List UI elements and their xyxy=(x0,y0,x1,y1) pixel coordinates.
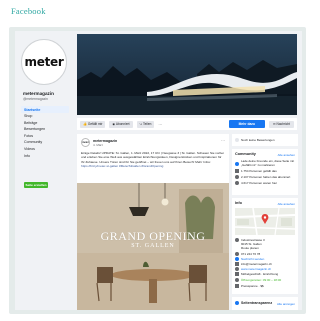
send-message-label: Nachricht xyxy=(276,122,290,126)
feed-post: meter metermagazin 4. März ··· Einige De… xyxy=(77,134,229,310)
community-card: Community Alle ansehen Lade deine Freund… xyxy=(232,149,298,195)
cover-image xyxy=(77,34,297,115)
nav-item-fotos[interactable]: Fotos xyxy=(21,132,69,139)
share-label: Teilen xyxy=(143,122,152,126)
transparency-see-all-link[interactable]: Alle anzeigen xyxy=(277,302,295,306)
messenger-icon xyxy=(235,257,239,261)
clock-icon xyxy=(235,278,239,282)
likes-count: 1.754 Personen gefällt das xyxy=(241,169,277,173)
route-link[interactable]: Route planen xyxy=(241,246,259,250)
subscribers-icon xyxy=(235,175,239,179)
post-link[interactable]: https://bit.ly/meter-st-gallen #MeterStG… xyxy=(81,164,163,168)
likes-row: 1.754 Personen gefällt das xyxy=(235,169,277,173)
info-see-all-link[interactable]: Alle ansehen xyxy=(278,202,295,206)
location-icon xyxy=(235,238,239,242)
post-author[interactable]: metermagazin xyxy=(93,139,117,143)
email-icon xyxy=(235,262,239,266)
send-message-link: Nachricht senden xyxy=(241,257,265,261)
nav-item-startseite[interactable]: Startseite xyxy=(21,106,69,113)
tag-icon xyxy=(235,272,239,276)
subscribed-button[interactable]: ◉ Abonniert xyxy=(109,120,133,128)
create-page-button[interactable]: Seite erstellen xyxy=(24,182,48,188)
invite-friends-row[interactable]: Lade deine Freunde ein, diese Seite mit … xyxy=(235,159,297,167)
post-menu-icon[interactable]: ··· xyxy=(221,138,225,143)
send-message-button[interactable]: ✉ Nachricht xyxy=(268,120,294,128)
post-avatar[interactable]: meter xyxy=(81,138,90,147)
liked-button[interactable]: 👍 Gefällt mir xyxy=(80,120,106,128)
invite-friends-text: Lade deine Freunde ein, diese Seite mit … xyxy=(241,159,295,167)
transparency-title: Seitentransparenz xyxy=(241,301,273,305)
website-row[interactable]: www.metermagazin.ch xyxy=(235,267,271,271)
nav-item-shop[interactable]: Shop xyxy=(21,113,69,120)
category-text: Möbelgeschäft · Einrichtung xyxy=(241,272,279,276)
profile-logo-text: meter xyxy=(24,55,64,69)
reviews-card: Noch keine Bewertungen xyxy=(232,134,298,146)
post-image-title: GRAND OPENING xyxy=(100,229,206,243)
transparency-row: Seitentransparenz xyxy=(235,301,272,305)
info-title: Info xyxy=(235,201,242,205)
nav-item-videos[interactable]: Videos xyxy=(21,146,69,153)
facebook-icon xyxy=(235,301,239,305)
checkin-icon xyxy=(235,181,239,185)
location-map[interactable] xyxy=(235,208,295,235)
learn-more-button[interactable]: Mehr dazu xyxy=(228,120,265,128)
price-row: Preisspanne · $$ xyxy=(235,284,264,288)
reviews-row[interactable]: Noch keine Bewertungen xyxy=(235,138,275,142)
thumbs-up-icon xyxy=(235,169,239,173)
subscribed-label: Abonniert xyxy=(115,122,130,126)
message-row[interactable]: Nachricht senden xyxy=(235,257,264,261)
post-image[interactable]: GRAND OPENING ST. GALLEN xyxy=(77,183,229,310)
liked-label: Gefällt mir xyxy=(87,122,103,126)
post-timestamp[interactable]: 4. März xyxy=(93,143,117,147)
globe-icon xyxy=(235,267,239,271)
page-name[interactable]: metermagazin xyxy=(23,91,54,96)
website-link: www.metermagazin.ch xyxy=(241,267,272,271)
post-avatar-text: meter xyxy=(82,141,89,144)
post-text: Einige Details! UPDATE: St. Gallen, 1. M… xyxy=(81,151,224,164)
post-header: meter metermagazin 4. März xyxy=(81,138,117,147)
cover-photo[interactable] xyxy=(77,34,297,115)
transparency-card: Seitentransparenz Alle anzeigen xyxy=(232,297,298,310)
subscribers-count: 2.107 Personen haben das abonniert xyxy=(241,175,291,179)
post-image-subtitle: ST. GALLEN xyxy=(131,243,175,249)
invite-icon xyxy=(235,161,239,166)
left-sidebar: meter metermagazin @metermagazin Startse… xyxy=(15,31,71,310)
post-body: Einige Details! UPDATE: St. Gallen, 1. M… xyxy=(81,151,225,169)
reviews-label: Noch keine Bewertungen xyxy=(241,138,275,142)
price-range: Preisspanne · $$ xyxy=(241,284,264,288)
checkins-row: 4.617 Personen waren hier xyxy=(235,181,277,185)
profile-picture[interactable]: meter xyxy=(21,39,67,85)
section-heading: Facebook xyxy=(11,6,46,16)
email-row[interactable]: info@metermagazin.ch xyxy=(235,262,272,266)
checkins-count: 4.617 Personen waren hier xyxy=(241,181,278,185)
nav-item-community[interactable]: Community xyxy=(21,139,69,146)
subscribers-row: 2.107 Personen haben das abonniert xyxy=(235,175,290,179)
phone-row[interactable]: 071 244 76 78 xyxy=(235,252,260,256)
page-handle: @metermagazin xyxy=(23,97,48,101)
phone-icon xyxy=(235,252,239,256)
nav-item-beitraege[interactable]: Beiträge xyxy=(21,119,69,126)
nav-item-info[interactable]: Info xyxy=(21,152,69,159)
phone-number: 071 244 76 78 xyxy=(241,252,261,256)
route-row[interactable]: Route planen xyxy=(241,246,259,250)
opening-hours: Öffnungszeiten: 09:00 – 18:00 xyxy=(241,278,282,282)
hours-row: Öffnungszeiten: 09:00 – 18:00 xyxy=(235,278,281,282)
more-options-icon[interactable]: ··· xyxy=(158,122,162,127)
email-address: info@metermagazin.ch xyxy=(241,262,272,266)
facebook-page: meter metermagazin @metermagazin Startse… xyxy=(15,31,302,310)
nav-item-bewertungen[interactable]: Bewertungen xyxy=(21,126,69,133)
info-card: Info Alle ansehen Industriestrasse 3 901… xyxy=(232,198,298,294)
category-row: Möbelgeschäft · Einrichtung xyxy=(235,272,278,276)
community-title: Community xyxy=(235,152,256,156)
page-action-bar: 👍 Gefällt mir ◉ Abonniert ↪ Teilen ··· M… xyxy=(77,118,297,130)
map-image xyxy=(235,208,295,235)
community-see-all-link[interactable]: Alle ansehen xyxy=(278,153,295,157)
info-icon xyxy=(235,138,239,142)
share-button[interactable]: ↪ Teilen xyxy=(136,120,155,128)
page-nav: Startseite Shop Beiträge Bewertungen Fot… xyxy=(21,106,69,159)
price-icon xyxy=(235,284,239,288)
